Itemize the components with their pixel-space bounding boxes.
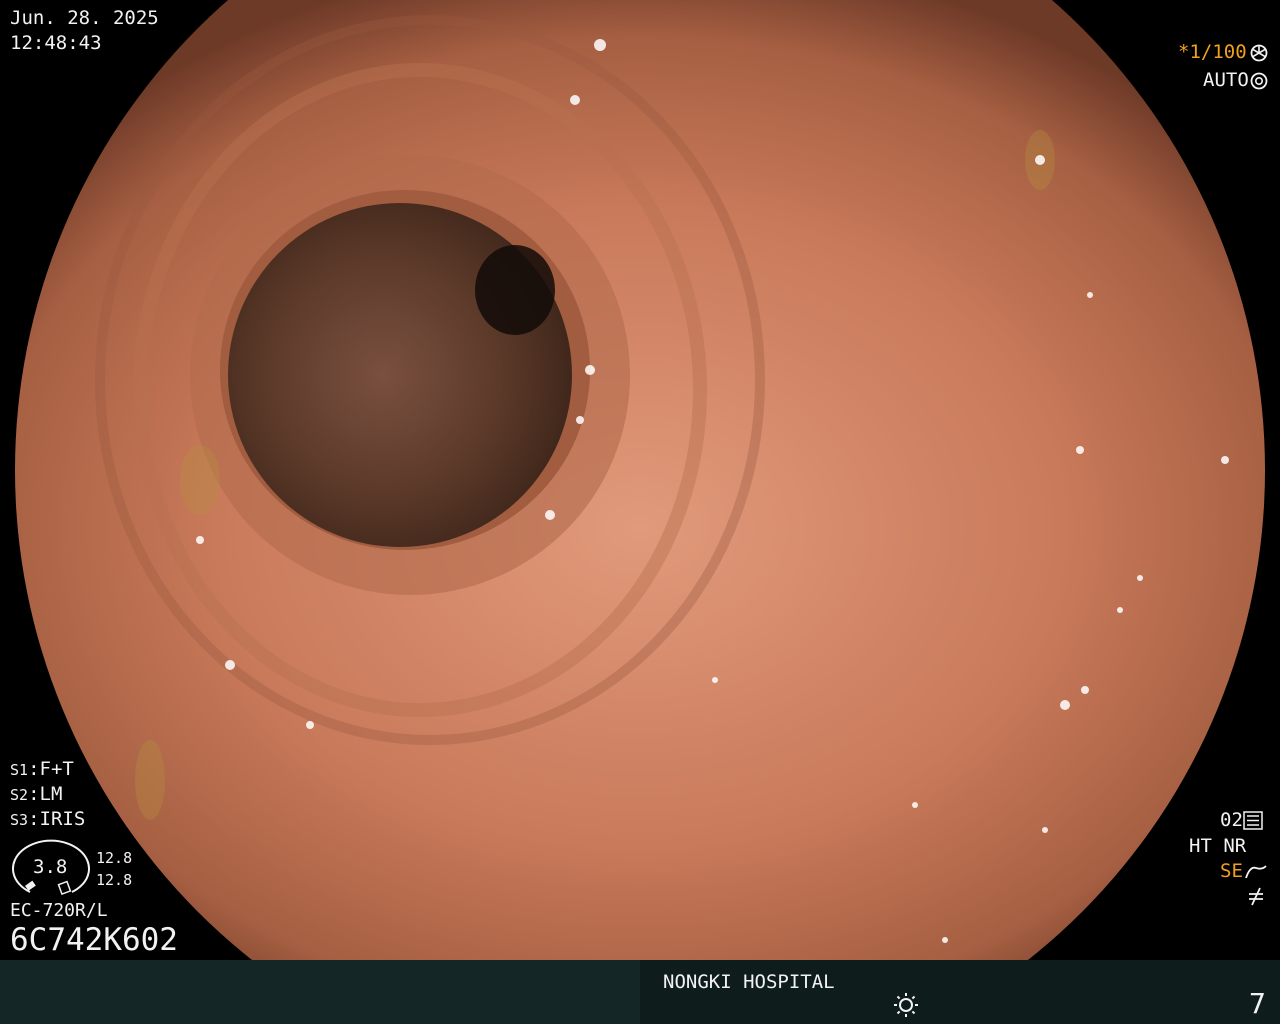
setting-s1-key: S1 bbox=[10, 761, 29, 779]
setting-s2: S2:LM bbox=[10, 783, 63, 805]
setting-s2-key: S2 bbox=[10, 786, 29, 804]
hospital-name: NONGKI HOSPITAL bbox=[663, 971, 835, 993]
setting-s3-key: S3 bbox=[10, 811, 29, 829]
setting-s1: S1:F+T bbox=[10, 758, 74, 780]
aperture-icon bbox=[1250, 44, 1268, 62]
se-text: SE bbox=[1220, 860, 1243, 882]
time-text: 12:48:43 bbox=[10, 32, 102, 54]
curve-icon bbox=[1245, 865, 1267, 879]
setting-s2-value: LM bbox=[39, 783, 63, 805]
endoscopic-image bbox=[15, 0, 1265, 960]
date-text: Jun. 28. 2025 bbox=[10, 7, 159, 29]
gauge-bottom: 12.8 bbox=[96, 871, 133, 889]
exposure-text: AUTO bbox=[1203, 69, 1249, 91]
page-number: 7 bbox=[1249, 987, 1266, 1020]
not-equal-icon bbox=[1249, 887, 1263, 906]
menu-sliders-icon bbox=[1243, 811, 1263, 830]
serial-number: 6C742K602 bbox=[10, 922, 178, 958]
shutter-text: *1/100 bbox=[1178, 41, 1247, 63]
mode-text: 02 bbox=[1220, 809, 1243, 831]
scope-model: EC-720R/L bbox=[10, 900, 108, 921]
iris-icon bbox=[1250, 72, 1268, 90]
setting-s1-value: F+T bbox=[39, 758, 74, 780]
status-bar-left bbox=[0, 960, 640, 1024]
ht-nr-text: HT NR bbox=[1189, 835, 1247, 857]
sun-icon bbox=[894, 993, 918, 1017]
setting-s3: S3:IRIS bbox=[10, 808, 86, 830]
setting-s3-value: IRIS bbox=[39, 808, 86, 830]
gauge-value: 3.8 bbox=[33, 856, 68, 878]
